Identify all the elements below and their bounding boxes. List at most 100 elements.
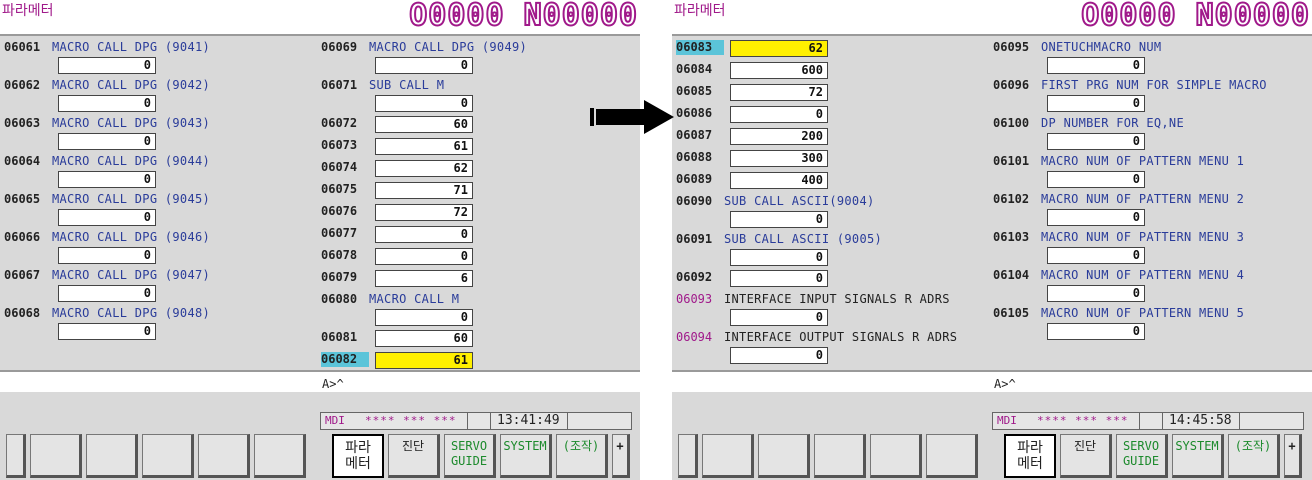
parameter-value-field[interactable]: 0 bbox=[58, 133, 156, 150]
parameter-value-field[interactable]: 0 bbox=[1047, 323, 1145, 340]
softkey-blank[interactable] bbox=[870, 434, 922, 478]
parameter-value-field[interactable]: 0 bbox=[730, 309, 828, 326]
parameter-row: 06093 INTERFACE INPUT SIGNALS R ADRS 0 bbox=[676, 292, 957, 330]
softkey-servo-label: SERVO GUIDE bbox=[445, 435, 493, 469]
parameter-column: 06061 MACRO CALL DPG (9041) 0 06062 MACRO CA… bbox=[4, 40, 210, 344]
status-bar: MDI **** *** *** 14:45:58 bbox=[992, 412, 1304, 430]
parameter-value-field[interactable]: 62 bbox=[375, 160, 473, 177]
parameter-name: INTERFACE INPUT SIGNALS R ADRS bbox=[724, 292, 950, 306]
parameter-value-field[interactable]: 0 bbox=[730, 249, 828, 266]
parameter-number: 06071 bbox=[321, 78, 358, 92]
program-number: O0000 N00000 bbox=[408, 0, 638, 34]
parameter-value-field[interactable]: 60 bbox=[375, 116, 473, 133]
command-input-line[interactable]: A>^ bbox=[992, 376, 1312, 392]
softkey-operation[interactable]: (조작) bbox=[1228, 434, 1280, 478]
parameter-value-field[interactable]: 62 bbox=[730, 40, 828, 57]
softkey-system[interactable]: SYSTEM bbox=[500, 434, 552, 478]
softkey-next[interactable]: + bbox=[1284, 434, 1302, 478]
parameter-row: 06095 ONETUCHMACRO NUM 0 bbox=[993, 40, 1267, 78]
softkey-servo-line2: GUIDE bbox=[1122, 454, 1160, 468]
softkey-blank[interactable] bbox=[6, 434, 26, 478]
parameter-name: MACRO NUM OF PATTERN MENU 5 bbox=[1041, 306, 1245, 320]
softkey-blank[interactable] bbox=[30, 434, 82, 478]
command-input-line[interactable]: A>^ bbox=[320, 376, 640, 392]
parameter-number: 06076 bbox=[321, 204, 358, 218]
parameter-value-field[interactable]: 600 bbox=[730, 62, 828, 79]
parameter-value-field[interactable]: 72 bbox=[375, 204, 473, 221]
parameter-value-field[interactable]: 0 bbox=[1047, 247, 1145, 264]
parameter-value-field[interactable]: 0 bbox=[375, 95, 473, 112]
parameter-value-field[interactable]: 0 bbox=[375, 226, 473, 243]
softkey-servo-line1: SERVO bbox=[450, 439, 488, 453]
softkey-blank[interactable] bbox=[142, 434, 194, 478]
parameter-value-field[interactable]: 0 bbox=[1047, 171, 1145, 188]
parameter-value-field[interactable]: 300 bbox=[730, 150, 828, 167]
cnc-screen-after: 파라메터 O0000 N00000 06083 62 06084 600 06085 72 06… bbox=[672, 0, 1312, 480]
softkey-blank[interactable] bbox=[702, 434, 754, 478]
parameter-value-field[interactable]: 61 bbox=[375, 352, 473, 369]
parameter-value-field[interactable]: 0 bbox=[58, 285, 156, 302]
parameter-name: DP NUMBER FOR EQ,NE bbox=[1041, 116, 1184, 130]
softkey-servo-guide[interactable]: SERVO GUIDE bbox=[1116, 434, 1168, 478]
parameter-row: 06075 71 bbox=[321, 182, 527, 204]
parameter-value-field[interactable]: 200 bbox=[730, 128, 828, 145]
parameter-value-field[interactable]: 400 bbox=[730, 172, 828, 189]
parameter-value-field[interactable]: 0 bbox=[730, 106, 828, 123]
parameter-number: 06079 bbox=[321, 270, 358, 284]
parameter-value-field[interactable]: 0 bbox=[1047, 209, 1145, 226]
softkey-blank[interactable] bbox=[926, 434, 978, 478]
parameter-value-field[interactable]: 0 bbox=[730, 347, 828, 364]
softkey-system[interactable]: SYSTEM bbox=[1172, 434, 1224, 478]
parameter-number: 06081 bbox=[321, 330, 358, 344]
parameter-number: 06101 bbox=[993, 154, 1030, 168]
parameter-value-field[interactable]: 0 bbox=[58, 171, 156, 188]
softkey-blank[interactable] bbox=[198, 434, 250, 478]
parameter-value-field[interactable]: 0 bbox=[375, 248, 473, 265]
status-divider bbox=[1139, 413, 1163, 429]
parameter-value-field[interactable]: 0 bbox=[1047, 133, 1145, 150]
parameter-value-field[interactable]: 0 bbox=[730, 211, 828, 228]
parameter-value-field[interactable]: 0 bbox=[375, 57, 473, 74]
softkey-parameter[interactable]: 파라 메터 bbox=[332, 434, 384, 478]
softkey-diagnosis[interactable]: 진단 bbox=[388, 434, 440, 478]
parameter-row: 06089 400 bbox=[676, 172, 957, 194]
softkey-blank[interactable] bbox=[86, 434, 138, 478]
softkey-diagnosis[interactable]: 진단 bbox=[1060, 434, 1112, 478]
parameter-value-field[interactable]: 72 bbox=[730, 84, 828, 101]
parameter-row: 06105 MACRO NUM OF PATTERN MENU 5 0 bbox=[993, 306, 1267, 344]
softkey-next[interactable]: + bbox=[612, 434, 630, 478]
parameter-value-field[interactable]: 0 bbox=[58, 57, 156, 74]
parameter-value-field[interactable]: 0 bbox=[58, 247, 156, 264]
parameter-value-field[interactable]: 0 bbox=[375, 309, 473, 326]
softkey-blank[interactable] bbox=[758, 434, 810, 478]
parameter-row: 06085 72 bbox=[676, 84, 957, 106]
softkey-servo-guide[interactable]: SERVO GUIDE bbox=[444, 434, 496, 478]
parameter-value-field[interactable]: 0 bbox=[1047, 95, 1145, 112]
softkey-blank[interactable] bbox=[814, 434, 866, 478]
softkey-blank[interactable] bbox=[678, 434, 698, 478]
parameter-number: 06067 bbox=[4, 268, 41, 282]
parameter-value-field[interactable]: 71 bbox=[375, 182, 473, 199]
status-divider bbox=[467, 413, 491, 429]
parameter-row: 06100 DP NUMBER FOR EQ,NE 0 bbox=[993, 116, 1267, 154]
softkey-parameter[interactable]: 파라 메터 bbox=[1004, 434, 1056, 478]
parameter-value-field[interactable]: 60 bbox=[375, 330, 473, 347]
softkey-system-label: SYSTEM bbox=[503, 439, 547, 453]
parameter-value-field[interactable]: 6 bbox=[375, 270, 473, 287]
softkey-operation[interactable]: (조작) bbox=[556, 434, 608, 478]
parameter-column: 06095 ONETUCHMACRO NUM 0 06096 FIRST PRG NUM… bbox=[993, 40, 1267, 344]
parameter-name: SUB CALL ASCII (9005) bbox=[724, 232, 883, 246]
parameter-value-field[interactable]: 0 bbox=[1047, 285, 1145, 302]
softkey-blank[interactable] bbox=[254, 434, 306, 478]
parameter-value-field[interactable]: 0 bbox=[58, 209, 156, 226]
parameter-value-field[interactable]: 61 bbox=[375, 138, 473, 155]
parameter-name: ONETUCHMACRO NUM bbox=[1041, 40, 1162, 54]
parameter-number: 06072 bbox=[321, 116, 358, 130]
softkey-servo-line1: SERVO bbox=[1122, 439, 1160, 453]
soft-key-area: MDI **** *** *** 14:45:58 파라 메터 진단 SERVO GUIDE S… bbox=[672, 392, 1312, 480]
parameter-value-field[interactable]: 0 bbox=[58, 323, 156, 340]
parameter-value-field[interactable]: 0 bbox=[730, 270, 828, 287]
parameter-value-field[interactable]: 0 bbox=[1047, 57, 1145, 74]
parameter-value-field[interactable]: 0 bbox=[58, 95, 156, 112]
parameter-number: 06087 bbox=[676, 128, 713, 142]
